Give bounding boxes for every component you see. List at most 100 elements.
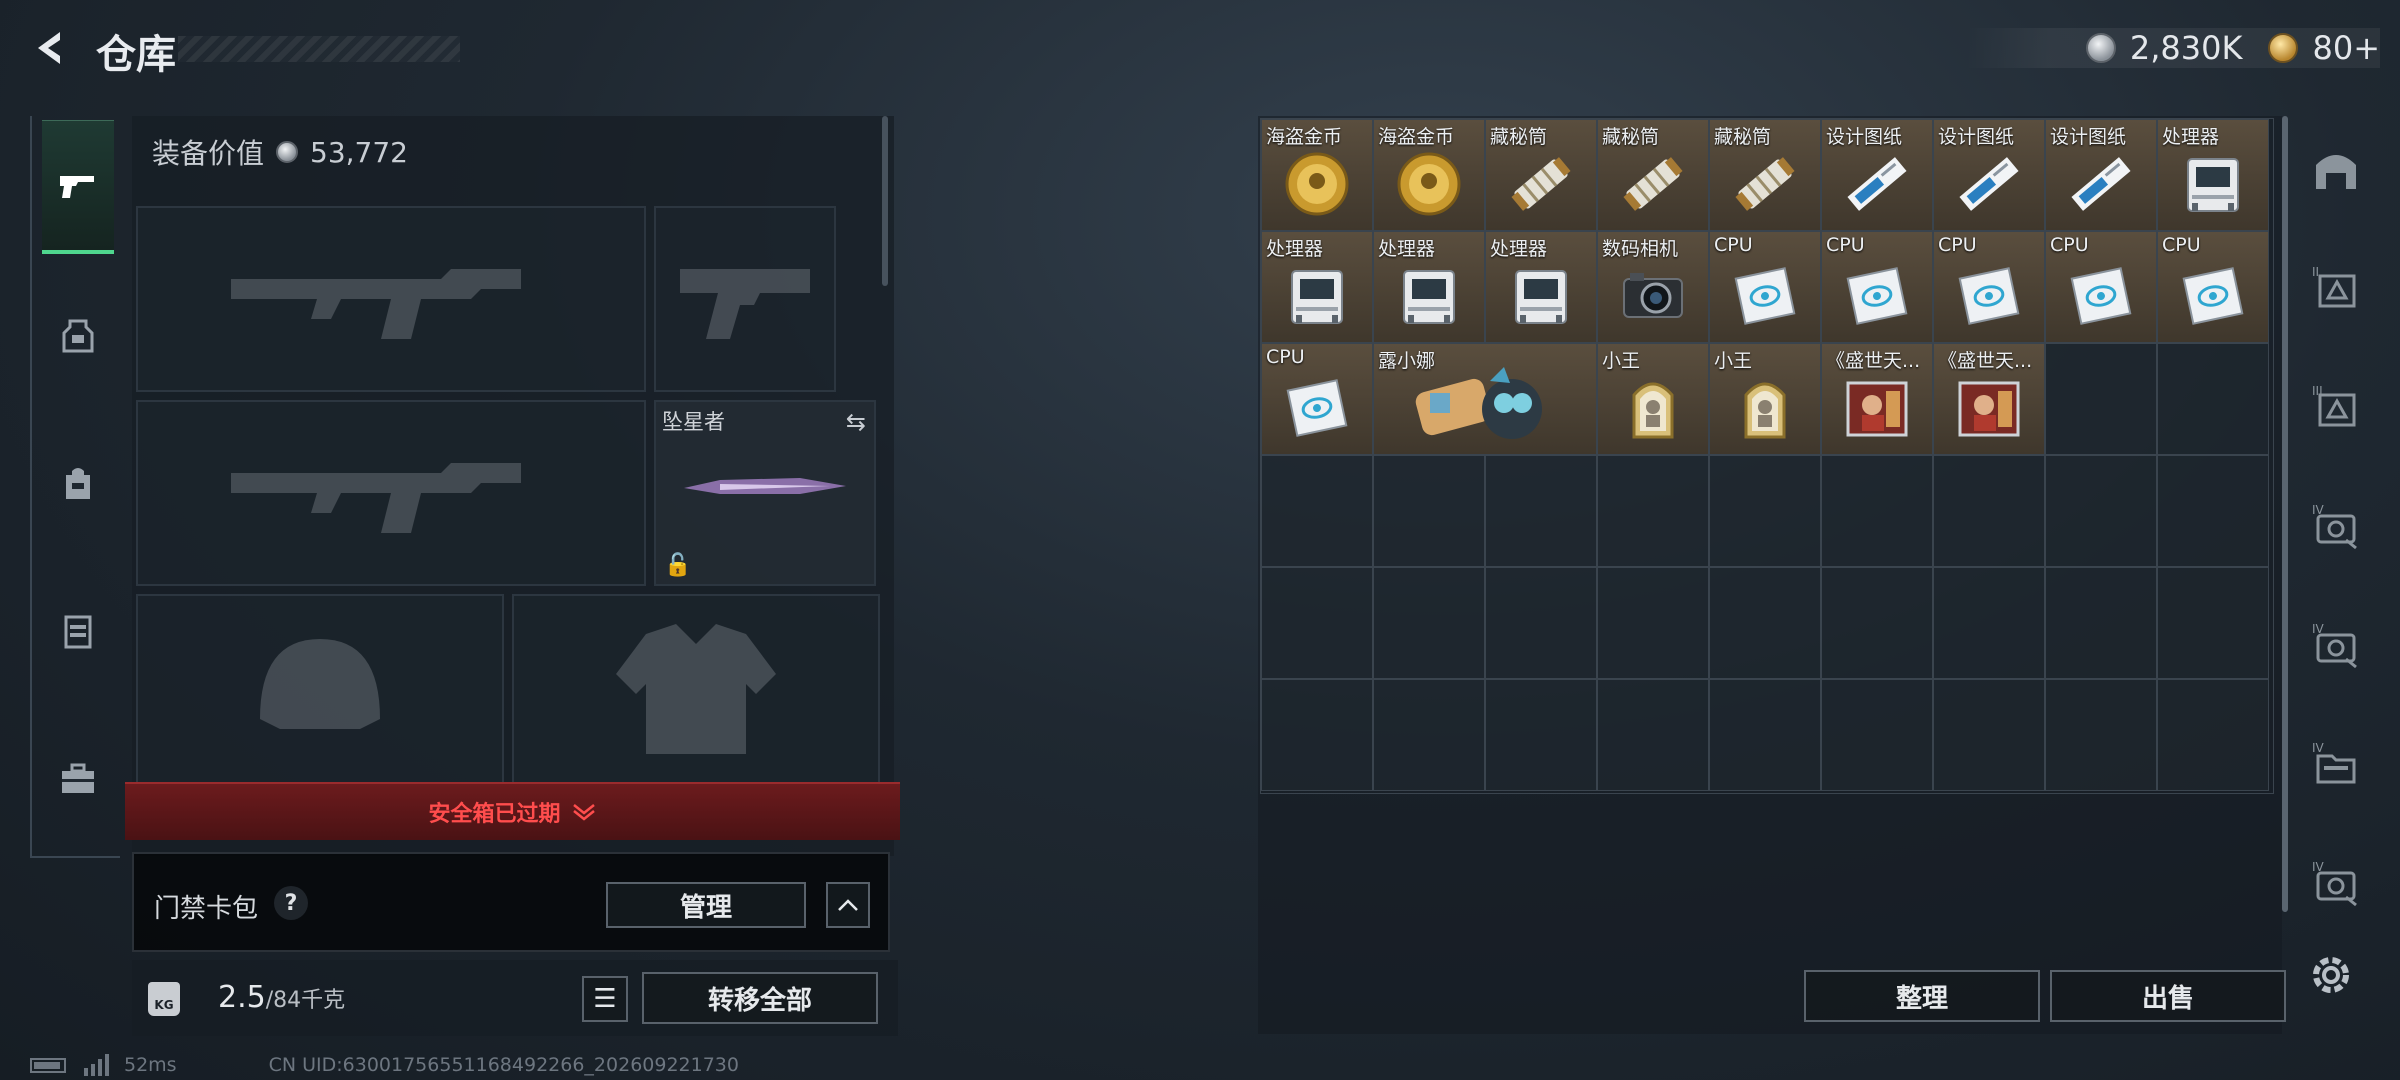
empty-slot[interactable] [1373,567,1485,679]
empty-slot[interactable] [1821,679,1933,791]
inventory-item-label: 藏秘筒 [1602,126,1660,148]
inventory-item[interactable]: CPU [2157,231,2269,343]
inventory-item-label: 露小娜 [1378,350,1436,372]
empty-slot[interactable] [2045,567,2157,679]
status-line: 52ms CN UID:6300175655116849226​6_202609… [30,1054,739,1076]
empty-slot[interactable] [1261,567,1373,679]
double-chevron-down-icon [572,804,595,821]
empty-slot[interactable] [2157,455,2269,567]
empty-slot[interactable] [2045,455,2157,567]
manage-button[interactable]: 管理 [606,882,806,928]
inventory-item[interactable]: 海盗金币 [1261,119,1373,231]
empty-slot[interactable] [1933,567,2045,679]
melee-slot[interactable]: 坠星者 ⇆ 🔓 [654,400,876,586]
safebox-status: 安全箱已过期 [428,802,561,827]
tier-2-storage-icon: II [2310,262,2362,318]
empty-slot[interactable] [1597,679,1709,791]
inventory-item[interactable]: 设计图纸 [1821,119,1933,231]
collapse-button[interactable] [826,882,870,928]
back-arrow-icon [38,32,60,64]
empty-slot[interactable] [2157,567,2269,679]
safebox-expired-banner[interactable]: 安全箱已过期 [125,782,900,840]
back-button[interactable] [28,24,72,72]
inventory-item[interactable]: 《盛世天... [1933,343,2045,455]
inventory-item[interactable]: 藏秘筒 [1597,119,1709,231]
empty-slot[interactable] [1485,679,1597,791]
empty-slot[interactable] [1261,455,1373,567]
inventory-item[interactable]: 藏秘筒 [1709,119,1821,231]
empty-slot[interactable] [1709,455,1821,567]
empty-slot[interactable] [1261,679,1373,791]
inventory-item[interactable]: 处理器 [1373,231,1485,343]
primary-weapon-slot[interactable] [136,206,646,392]
body-armor-slot[interactable] [512,594,880,784]
empty-slot[interactable] [1373,455,1485,567]
inventory-item[interactable]: CPU [1933,231,2045,343]
sort-button[interactable]: 整理 [1804,970,2040,1022]
inventory-item[interactable]: 《盛世天... [1821,343,1933,455]
empty-slot[interactable] [1485,567,1597,679]
inventory-item[interactable]: 小王 [1709,343,1821,455]
empty-slot[interactable] [1821,567,1933,679]
inventory-item[interactable]: 设计图纸 [2045,119,2157,231]
sell-button[interactable]: 出售 [2050,970,2286,1022]
storage-tab[interactable]: IV [2304,473,2368,583]
toolbox-icon [62,763,94,793]
inventory-item[interactable]: CPU [1821,231,1933,343]
empty-slot[interactable] [2157,679,2269,791]
inventory-item[interactable]: CPU [2045,231,2157,343]
storage-tab[interactable]: II [2304,235,2368,345]
equipment-scrollbar[interactable] [882,116,888,286]
storage-tab[interactable]: IV [2304,711,2368,821]
empty-slot[interactable] [1597,567,1709,679]
inventory-item[interactable]: 小王 [1597,343,1709,455]
helmet-slot[interactable] [136,594,504,784]
inventory-item[interactable]: CPU [1261,343,1373,455]
storage-tab[interactable] [2304,116,2368,226]
empty-slot[interactable] [1821,455,1933,567]
swap-icon[interactable]: ⇆ [846,408,866,436]
empty-slot[interactable] [2045,679,2157,791]
storage-tab[interactable]: IV [2304,830,2368,940]
inventory-item[interactable]: CPU [1709,231,1821,343]
empty-slot[interactable] [2045,343,2157,455]
nav-bag[interactable] [42,416,114,550]
empty-slot[interactable] [1373,679,1485,791]
empty-slot[interactable] [1709,679,1821,791]
weight-kg-icon: KG [148,982,180,1016]
inventory-item[interactable]: 处理器 [1261,231,1373,343]
chevron-up-icon [838,899,858,911]
inventory-item[interactable]: 处理器 [1485,231,1597,343]
weight-bar: KG 2.5/84千克 ☰ 转移全部 [132,960,898,1036]
left-nav [30,116,120,858]
empty-slot[interactable] [1933,455,2045,567]
inventory-item[interactable]: 设计图纸 [1933,119,2045,231]
empty-slot[interactable] [1709,567,1821,679]
empty-slot[interactable] [1597,455,1709,567]
nav-toolbox[interactable] [42,712,114,846]
help-icon[interactable]: ? [274,886,308,920]
empty-slot[interactable] [1933,679,2045,791]
list-icon: ☰ [593,984,617,1014]
tier-3-storage-icon: III [2310,381,2362,437]
sidearm-slot[interactable] [654,206,836,392]
secondary-weapon-slot[interactable] [136,400,646,586]
nav-armor[interactable] [42,564,114,698]
silver-balance: 2,830K [2129,29,2243,67]
empty-slot[interactable] [2157,343,2269,455]
empty-slot[interactable] [1485,455,1597,567]
storage-tab[interactable]: III [2304,354,2368,464]
list-view-button[interactable]: ☰ [582,976,628,1022]
inventory-item[interactable]: 露小娜 [1373,343,1597,455]
nav-chest-rig[interactable] [42,268,114,402]
inventory-scrollbar[interactable] [2282,116,2288,912]
settings-button[interactable] [2306,950,2356,1000]
nav-weapons[interactable] [42,120,114,254]
storage-tab[interactable]: IV [2304,592,2368,702]
inventory-item[interactable]: 处理器 [2157,119,2269,231]
transfer-all-button[interactable]: 转移全部 [642,972,878,1024]
inventory-item-label: 设计图纸 [2050,126,2127,148]
inventory-item[interactable]: 数码相机 [1597,231,1709,343]
inventory-item[interactable]: 海盗金币 [1373,119,1485,231]
inventory-item[interactable]: 藏秘筒 [1485,119,1597,231]
